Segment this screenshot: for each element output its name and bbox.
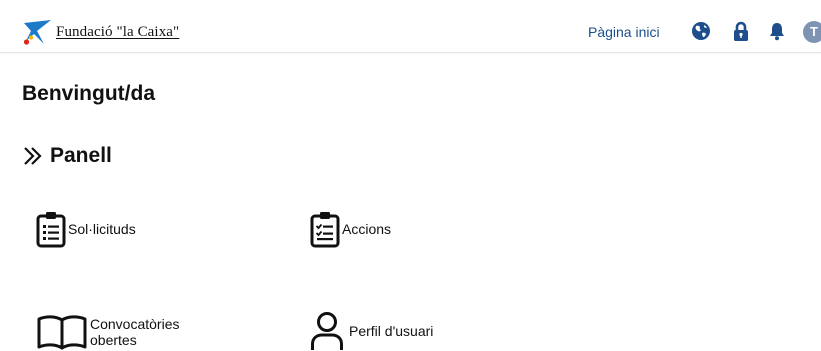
- home-page-link[interactable]: Pàgina inici: [588, 24, 660, 40]
- clipboard-check-icon: [310, 212, 340, 248]
- tile-open-calls-label: Convocatòries obertes: [90, 316, 180, 348]
- panel-section-title: Panell: [22, 144, 112, 168]
- globe-icon[interactable]: [691, 21, 711, 41]
- brand-logo-link[interactable]: Fundació "la Caixa": [22, 19, 179, 45]
- user-icon: [311, 312, 343, 350]
- clipboard-list-icon: [36, 212, 66, 248]
- panel-section-label: Panell: [50, 144, 112, 167]
- tile-user-profile-label: Perfil d'usuari: [349, 323, 434, 339]
- tile-actions-label: Accions: [342, 221, 392, 237]
- tile-requests[interactable]: Sol·licituds: [36, 210, 136, 248]
- tile-user-profile[interactable]: Perfil d'usuari: [310, 311, 433, 351]
- tile-requests-label: Sol·licituds: [68, 221, 136, 237]
- la-caixa-star-logo-icon: [23, 20, 51, 45]
- open-book-icon: [37, 315, 87, 350]
- double-chevron-right-icon: [24, 147, 42, 165]
- tile-open-calls[interactable]: Convocatòries obertes: [36, 313, 200, 351]
- user-avatar[interactable]: T: [803, 21, 821, 43]
- welcome-heading: Benvingut/da: [22, 82, 156, 105]
- bell-icon[interactable]: [767, 21, 787, 41]
- top-navigation-bar: Fundació "la Caixa" Pàgina inici T: [0, 10, 821, 53]
- brand-name: Fundació "la Caixa": [56, 23, 180, 40]
- lock-icon[interactable]: [731, 21, 751, 41]
- tile-actions[interactable]: Accions: [310, 210, 391, 248]
